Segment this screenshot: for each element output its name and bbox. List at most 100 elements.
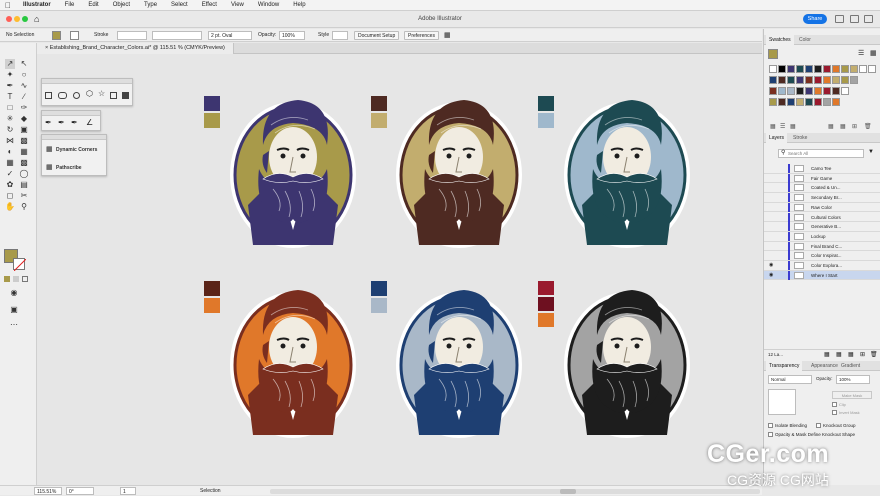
free-transform-tool-icon[interactable]: ▩ (19, 136, 29, 146)
anchor-convert-icon[interactable]: ∠ (86, 118, 93, 127)
swatch-cell[interactable] (769, 65, 777, 73)
style-field[interactable] (332, 31, 348, 40)
swatch-cell[interactable] (778, 87, 786, 95)
swatch-cell[interactable] (814, 87, 822, 95)
delete-swatch-icon[interactable]: 🗑 (864, 123, 872, 130)
swatch-5-light[interactable] (371, 298, 387, 313)
layer-name[interactable]: Generative B... (811, 222, 841, 231)
selection-tool-icon[interactable]: ↗ (5, 59, 15, 69)
swatch-cell[interactable] (823, 76, 831, 84)
swatch-cell[interactable] (805, 87, 813, 95)
tab-gradient[interactable]: Gradient (838, 361, 863, 371)
workspace-icon[interactable] (850, 15, 859, 23)
menu-window[interactable]: Window (251, 2, 286, 8)
stroke-weight-field[interactable] (117, 31, 147, 40)
tab-stroke[interactable]: Stroke (790, 133, 810, 143)
delete-layer-icon[interactable]: 🗑 (870, 350, 878, 360)
swatch-cell[interactable] (850, 65, 858, 73)
stroke-label[interactable]: Stroke (94, 31, 108, 40)
layer-row[interactable]: Coated & Un... (764, 183, 880, 194)
swatch-cell[interactable] (769, 76, 777, 84)
layer-name[interactable]: Color Explora... (811, 261, 842, 270)
fill-color-swatch[interactable] (52, 31, 61, 40)
layer-name[interactable]: Final Brand C... (811, 242, 842, 251)
search-help-icon[interactable] (864, 15, 873, 23)
layer-name[interactable]: Where I Start (811, 271, 838, 280)
menu-file[interactable]: File (58, 2, 82, 8)
blend-mode-select[interactable]: Normal (768, 375, 812, 384)
share-button[interactable]: Share (803, 14, 827, 24)
stroke-color-swatch[interactable] (70, 31, 79, 40)
visibility-eye-icon[interactable]: ◉ (769, 271, 773, 280)
rotate-tool-icon[interactable]: ↻ (5, 125, 15, 135)
width-tool-icon[interactable]: ⋈ (5, 136, 15, 146)
pen-icon[interactable]: ✒ (45, 118, 52, 127)
swatch-cell[interactable] (796, 76, 804, 84)
menu-app[interactable]: Illustrator (16, 2, 58, 8)
layer-name[interactable]: Coated & Un... (811, 183, 841, 192)
swatch-cell[interactable] (787, 98, 795, 106)
pen-tool-icon[interactable]: ✒ (5, 81, 15, 91)
layer-row[interactable]: Lockup (764, 231, 880, 242)
swatch-4-light[interactable] (204, 298, 220, 313)
document-tab[interactable]: × Establishing_Brand_Character_Colors.ai… (37, 43, 234, 54)
swatch-cell[interactable] (832, 87, 840, 95)
line-tool-icon[interactable]: ∕ (19, 92, 29, 102)
knockout-group-checkbox[interactable]: Knockout Group (816, 423, 856, 429)
menu-select[interactable]: Select (164, 2, 195, 8)
menu-effect[interactable]: Effect (195, 2, 224, 8)
gradient-mode-icon[interactable] (13, 276, 19, 282)
preferences-button[interactable]: Preferences (404, 31, 439, 40)
rectangle-shape-icon[interactable] (45, 92, 52, 99)
swatch-4-dark[interactable] (204, 281, 220, 296)
swatch-cell[interactable] (778, 76, 786, 84)
layer-name[interactable]: Fair Game (811, 174, 832, 183)
ellipse-shape-icon[interactable] (73, 92, 80, 99)
shape-builder-tool-icon[interactable]: ◐ (5, 147, 15, 157)
swatch-cell[interactable] (778, 98, 786, 106)
swatch-cell[interactable] (823, 98, 831, 106)
scrollbar-thumb[interactable] (560, 489, 576, 494)
library-icon[interactable]: ▦ (770, 123, 776, 130)
swatch-3-dark[interactable] (538, 96, 554, 111)
swatch-cell[interactable] (841, 76, 849, 84)
swatch-cell[interactable] (796, 65, 804, 73)
direct-selection-tool-icon[interactable]: ↖ (19, 59, 29, 69)
menu-view[interactable]: View (224, 2, 251, 8)
grid-view-icon[interactable]: ▦ (870, 49, 877, 57)
transparency-opacity-field[interactable]: 100% (836, 375, 870, 384)
swatch-cell[interactable] (850, 76, 858, 84)
menu-object[interactable]: Object (106, 2, 137, 8)
swatch-cell[interactable] (805, 65, 813, 73)
visibility-eye-icon[interactable]: ◉ (769, 261, 773, 270)
layer-name[interactable]: Camo Tee (811, 164, 831, 173)
perspective-tool-icon[interactable]: ▦ (19, 147, 29, 157)
swatch-cell[interactable] (841, 87, 849, 95)
swatch-cell[interactable] (787, 65, 795, 73)
tab-appearance[interactable]: Appearance (808, 361, 841, 371)
tab-transparency[interactable]: Transparency (766, 361, 803, 371)
character-portrait-2[interactable] (395, 98, 523, 249)
dynamic-corners-label[interactable]: Dynamic Corners (56, 147, 97, 153)
collect-export-icon[interactable]: ▦ (824, 350, 830, 360)
layer-row[interactable]: Camo Tee (764, 164, 880, 174)
mesh-tool-icon[interactable]: ▦ (5, 158, 15, 168)
rotation-field[interactable]: 0° (66, 487, 94, 495)
artboard-number-field[interactable]: 1 (120, 487, 136, 495)
swatch-6-deep-red[interactable] (538, 297, 554, 311)
swatch-1-dark[interactable] (204, 96, 220, 111)
paintbrush-tool-icon[interactable]: ✑ (19, 103, 29, 113)
layer-row[interactable]: Final Brand C... (764, 241, 880, 252)
rounded-rect-shape-icon[interactable] (58, 92, 67, 99)
slice-tool-icon[interactable]: ✂ (19, 191, 29, 201)
delete-anchor-icon[interactable]: ✒ (71, 118, 78, 127)
swatch-5-dark[interactable] (371, 281, 387, 296)
swatch-cell[interactable] (787, 76, 795, 84)
pathscribe-icon[interactable]: ▦ (46, 163, 53, 171)
swatch-cell[interactable] (778, 65, 786, 73)
shaper-tool-icon[interactable]: ✳ (5, 114, 15, 124)
layer-row[interactable]: Generative B... (764, 222, 880, 232)
zoom-tool-icon[interactable]: ⚲ (19, 202, 29, 212)
curvature-tool-icon[interactable]: ∿ (19, 81, 29, 91)
horizontal-scrollbar[interactable] (270, 489, 760, 494)
